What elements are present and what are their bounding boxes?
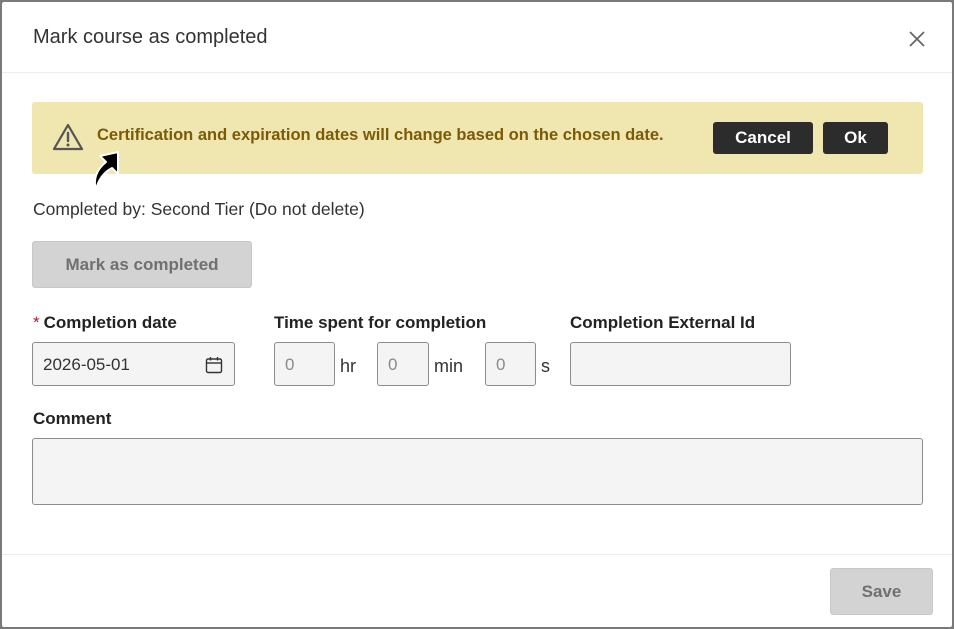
completion-date-value: 2026-05-01 [43,355,130,374]
warning-triangle-icon [52,123,84,151]
cancel-button[interactable]: Cancel [713,122,813,154]
close-button[interactable] [904,26,930,52]
dialog-header: Mark course as completed [2,2,952,73]
completed-by-text: Completed by: Second Tier (Do not delete… [33,199,365,219]
hours-unit: hr [340,356,357,376]
time-spent-label: Time spent for completion [274,313,487,332]
seconds-input[interactable]: 0 [485,342,536,386]
alert-message: Certification and expiration dates will … [97,126,664,144]
required-marker: * [33,313,40,332]
dialog-title: Mark course as completed [33,26,268,48]
external-id-label: Completion External Id [570,313,756,332]
save-button[interactable]: Save [830,568,933,615]
hours-placeholder: 0 [285,355,295,374]
seconds-placeholder: 0 [496,355,506,374]
completion-date-label: * Completion date [33,313,177,333]
completion-date-input[interactable]: 2026-05-01 [32,342,235,386]
mark-as-completed-button[interactable]: Mark as completed [32,241,252,288]
mouse-cursor-icon [93,151,119,191]
minutes-unit: min [434,356,464,376]
ok-button[interactable]: Ok [823,122,888,154]
minutes-input[interactable]: 0 [377,342,429,386]
external-id-input[interactable] [570,342,791,386]
comment-label: Comment [33,409,112,428]
minutes-placeholder: 0 [388,355,398,374]
hours-input[interactable]: 0 [274,342,335,386]
dialog-footer: Save [2,554,952,628]
date-change-alert: Certification and expiration dates will … [32,102,923,174]
completion-date-label-text: Completion date [43,313,177,332]
comment-textarea[interactable] [32,438,923,505]
mark-completed-dialog: Mark course as completed Certification a… [2,2,952,627]
close-icon [909,31,925,47]
seconds-unit: s [541,356,550,376]
calendar-icon[interactable] [205,356,223,374]
